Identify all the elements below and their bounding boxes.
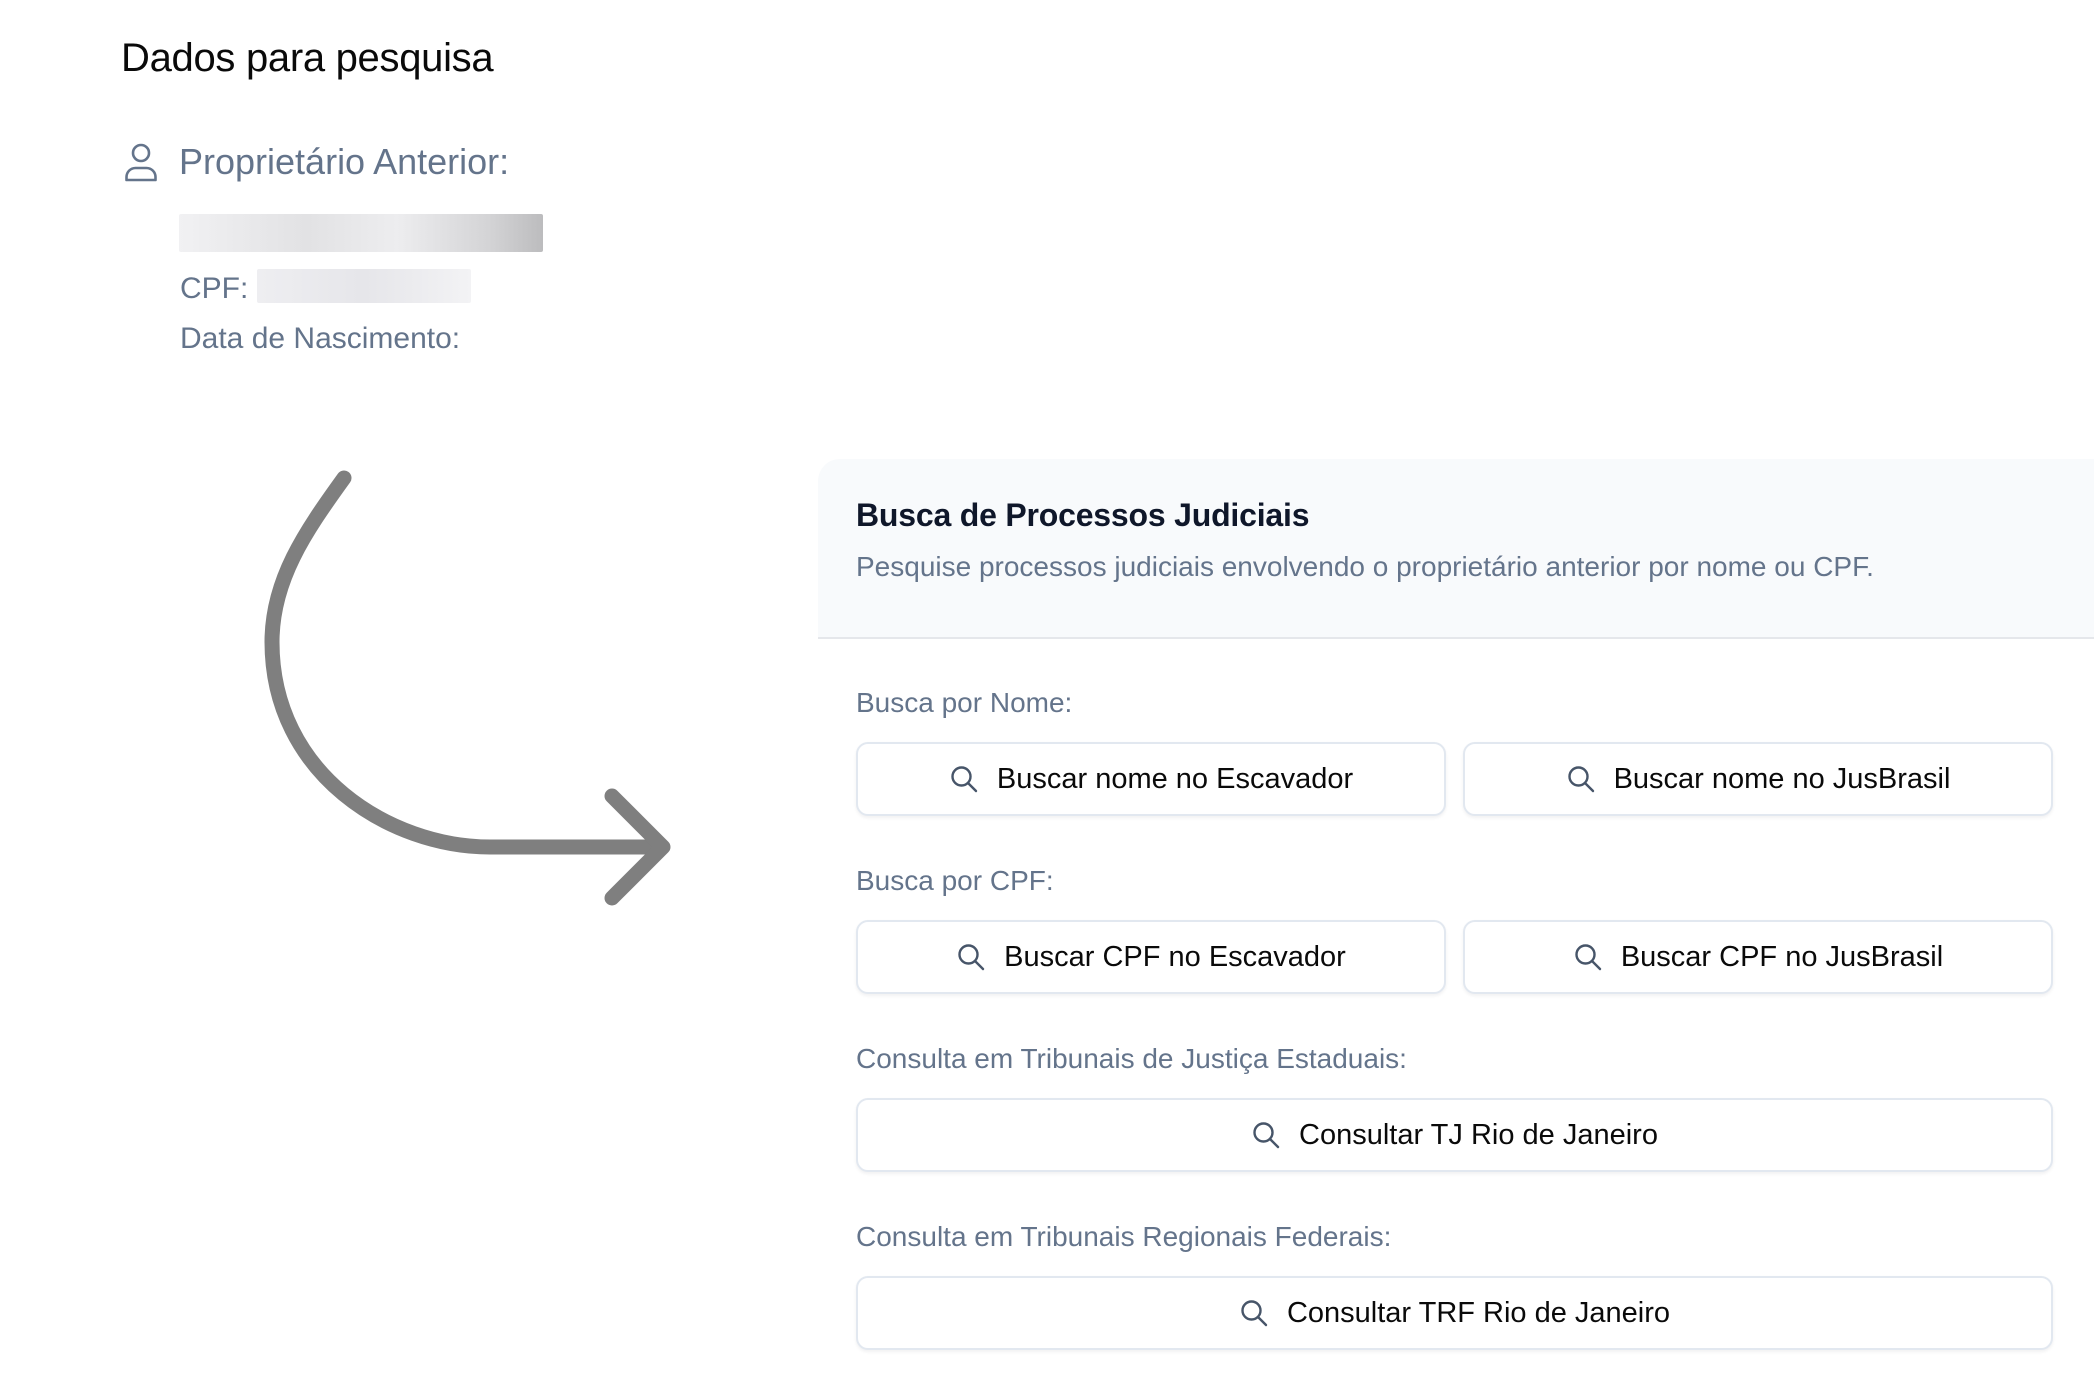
button-label: Buscar CPF no JusBrasil xyxy=(1620,940,1944,973)
search-icon xyxy=(1573,942,1603,972)
consult-trf-rio-button[interactable]: Consultar TRF Rio de Janeiro xyxy=(856,1276,2053,1350)
search-cpf-jusbrasil-button[interactable]: Buscar CPF no JusBrasil xyxy=(1463,920,2053,994)
search-by-cpf-label: Busca por CPF: xyxy=(856,865,1054,896)
search-icon xyxy=(1566,764,1596,794)
card-header: Busca de Processos Judiciais Pesquise pr… xyxy=(818,459,2094,639)
search-icon xyxy=(1239,1298,1269,1328)
judicial-search-card: Busca de Processos Judiciais Pesquise pr… xyxy=(818,459,2094,1380)
search-by-name-label: Busca por Nome: xyxy=(856,687,1073,718)
page-title: Dados para pesquisa xyxy=(121,36,494,80)
search-icon xyxy=(1251,1120,1281,1150)
redacted-owner-name xyxy=(179,214,543,252)
curved-arrow-icon xyxy=(264,470,671,906)
search-icon xyxy=(949,764,979,794)
owner-header: Proprietário Anterior: xyxy=(121,140,509,184)
birth-date-label: Data de Nascimento: xyxy=(180,322,461,355)
card-title: Busca de Processos Judiciais xyxy=(856,497,1310,533)
search-icon xyxy=(956,942,986,972)
owner-title: Proprietário Anterior: xyxy=(179,141,510,182)
federal-courts-label: Consulta em Tribunais Regionais Federais… xyxy=(856,1221,1392,1252)
state-courts-label: Consulta em Tribunais de Justiça Estadua… xyxy=(856,1043,1407,1074)
search-name-escavador-button[interactable]: Buscar nome no Escavador xyxy=(856,742,1446,816)
card-description: Pesquise processos judiciais envolvendo … xyxy=(856,551,1874,582)
button-label: Consultar TJ Rio de Janeiro xyxy=(1299,1118,1658,1151)
button-label: Buscar nome no Escavador xyxy=(996,762,1354,795)
consult-tj-rio-button[interactable]: Consultar TJ Rio de Janeiro xyxy=(856,1098,2053,1172)
button-label: Buscar nome no JusBrasil xyxy=(1613,762,1951,795)
button-label: Consultar TRF Rio de Janeiro xyxy=(1286,1296,1671,1329)
search-name-jusbrasil-button[interactable]: Buscar nome no JusBrasil xyxy=(1463,742,2053,816)
user-icon xyxy=(121,140,161,184)
button-label: Buscar CPF no Escavador xyxy=(1004,940,1346,973)
redacted-cpf-value xyxy=(257,269,471,303)
search-cpf-escavador-button[interactable]: Buscar CPF no Escavador xyxy=(856,920,1446,994)
cpf-label: CPF: xyxy=(180,272,249,305)
